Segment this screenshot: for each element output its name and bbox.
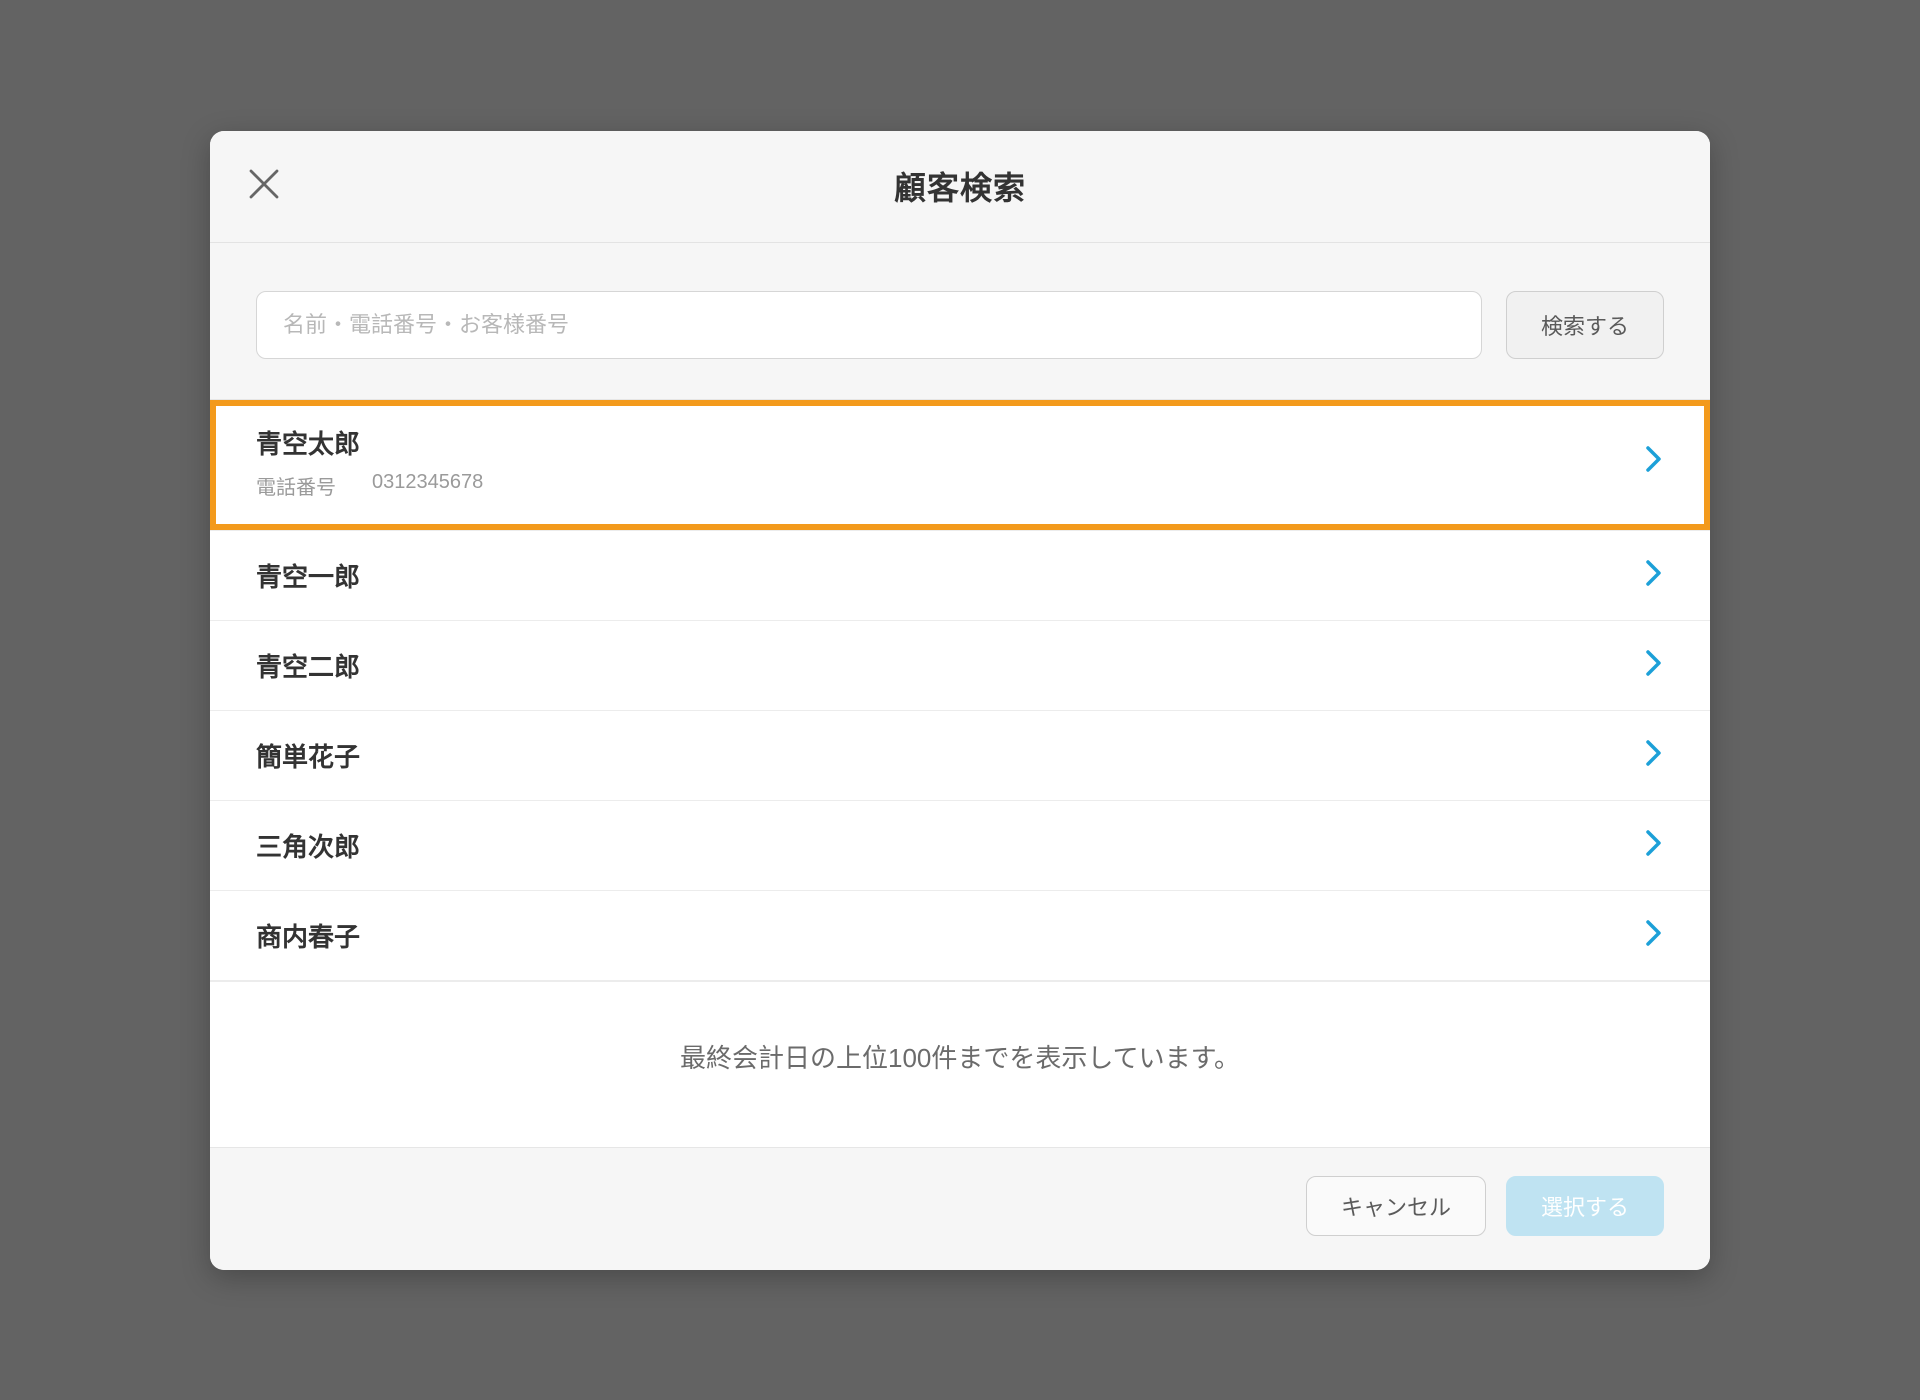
chevron-right-icon [1644, 918, 1664, 953]
search-input[interactable] [256, 291, 1482, 359]
results-list: 青空太郎 電話番号 0312345678 青空一郎 青空二郎 簡単花子 [210, 399, 1710, 1148]
phone-label: 電話番号 [256, 471, 336, 500]
result-row[interactable]: 青空太郎 電話番号 0312345678 [210, 400, 1710, 531]
cancel-button[interactable]: キャンセル [1306, 1176, 1486, 1236]
modal-header: 顧客検索 [210, 131, 1710, 243]
result-name: 青空一郎 [256, 557, 360, 594]
result-row[interactable]: 青空二郎 [210, 621, 1710, 711]
result-row[interactable]: 青空一郎 [210, 531, 1710, 621]
select-button[interactable]: 選択する [1506, 1176, 1664, 1236]
result-name: 青空二郎 [256, 647, 360, 684]
result-row[interactable]: 商内春子 [210, 891, 1710, 981]
close-button[interactable] [242, 164, 286, 208]
chevron-right-icon [1644, 738, 1664, 773]
result-name: 簡単花子 [256, 737, 360, 774]
chevron-right-icon [1644, 558, 1664, 593]
result-text: 青空太郎 電話番号 0312345678 [256, 424, 483, 500]
result-row[interactable]: 三角次郎 [210, 801, 1710, 891]
chevron-right-icon [1644, 648, 1664, 683]
phone-value: 0312345678 [372, 471, 483, 500]
search-button[interactable]: 検索する [1506, 291, 1664, 359]
results-footnote: 最終会計日の上位100件までを表示しています。 [210, 981, 1710, 1147]
result-name: 青空太郎 [256, 424, 483, 461]
customer-search-modal: 顧客検索 検索する 青空太郎 電話番号 0312345678 青空一郎 [210, 131, 1710, 1270]
search-row: 検索する [210, 243, 1710, 399]
modal-footer: キャンセル 選択する [210, 1148, 1710, 1270]
result-name: 商内春子 [256, 917, 360, 954]
chevron-right-icon [1644, 828, 1664, 863]
chevron-right-icon [1644, 444, 1664, 479]
result-row[interactable]: 簡単花子 [210, 711, 1710, 801]
result-sub: 電話番号 0312345678 [256, 471, 483, 500]
close-icon [247, 167, 281, 206]
result-name: 三角次郎 [256, 827, 360, 864]
modal-title: 顧客検索 [894, 163, 1026, 209]
